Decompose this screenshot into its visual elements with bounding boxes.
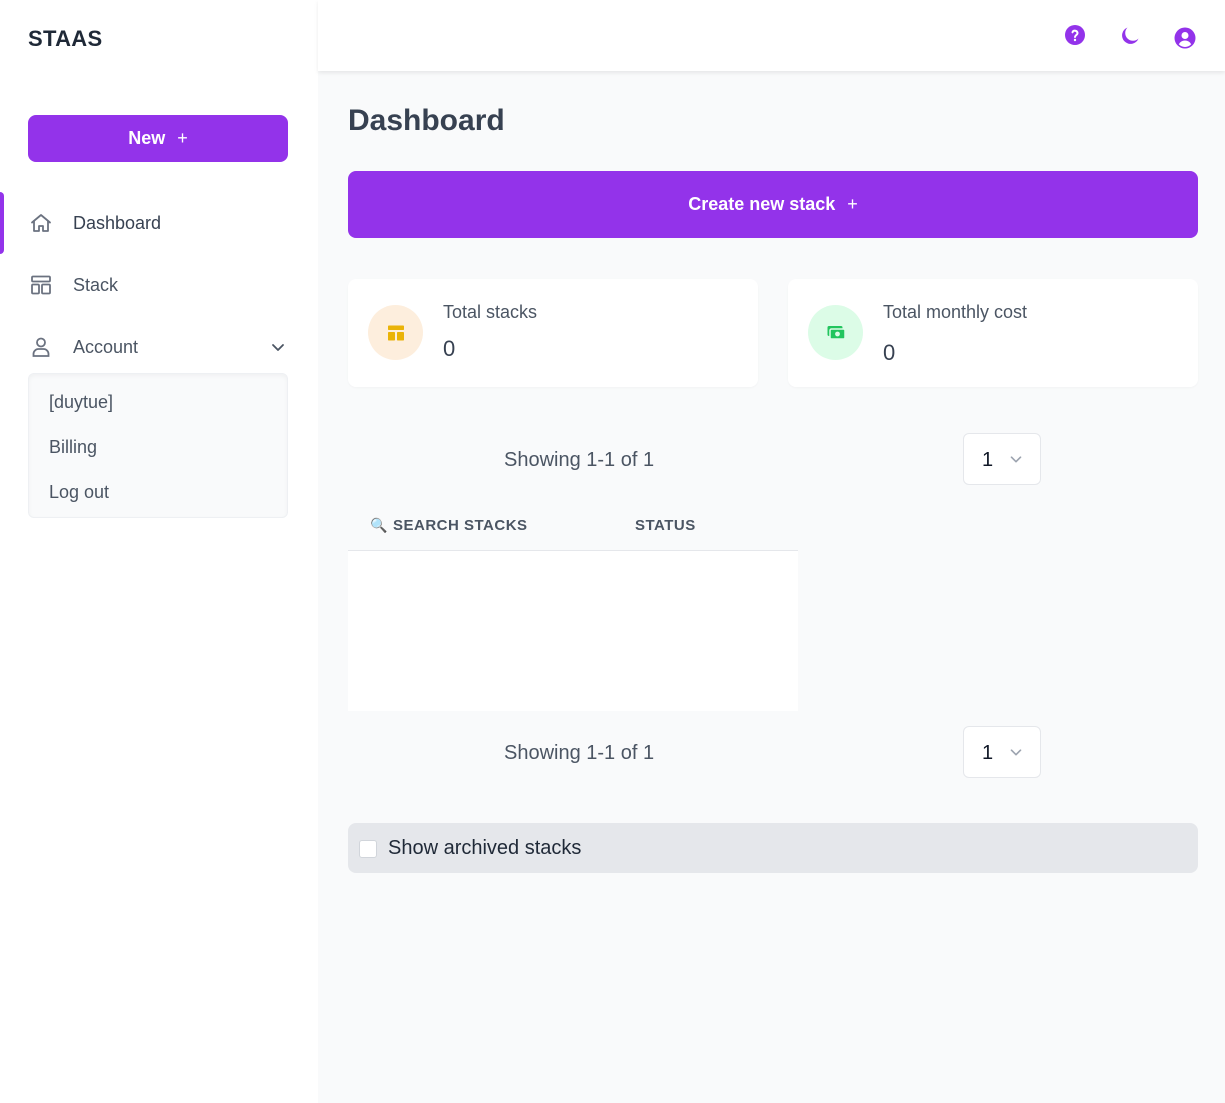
chevron-down-icon xyxy=(1010,456,1022,463)
column-search-stacks[interactable]: SEARCH STACKS xyxy=(393,517,528,534)
plus-icon: + xyxy=(847,194,858,214)
moon-icon[interactable] xyxy=(1118,24,1142,48)
stack-icon xyxy=(387,325,404,340)
card-value: 0 xyxy=(883,340,896,365)
account-menu-billing[interactable]: Billing xyxy=(49,437,97,458)
user-circle-icon[interactable] xyxy=(1173,26,1197,50)
total-monthly-cost-card: Total monthly cost 0 xyxy=(788,279,1198,387)
home-icon xyxy=(31,214,51,232)
total-stacks-card: Total stacks 0 xyxy=(348,279,758,387)
sidebar: STAAS New + Dashboard Stack Account [duy… xyxy=(0,0,318,1103)
page-select-top[interactable]: 1 xyxy=(963,433,1041,485)
sidebar-item-stack[interactable]: Stack xyxy=(0,254,318,316)
page-select-bottom[interactable]: 1 xyxy=(963,726,1041,778)
show-archived-label: Show archived stacks xyxy=(388,837,582,859)
account-menu-username[interactable]: [duytue] xyxy=(49,392,113,413)
active-indicator xyxy=(0,192,4,254)
create-stack-button[interactable]: Create new stack + xyxy=(348,171,1198,238)
help-icon[interactable] xyxy=(1063,23,1087,47)
stack-icon-circle xyxy=(368,305,423,360)
pagination-summary-top: Showing 1-1 of 1 xyxy=(504,449,655,471)
app-brand: STAAS xyxy=(28,26,103,51)
new-button[interactable]: New + xyxy=(28,115,288,162)
plus-icon: + xyxy=(177,128,188,148)
create-stack-label: Create new stack xyxy=(688,194,836,214)
account-menu-logout[interactable]: Log out xyxy=(49,482,109,503)
card-value: 0 xyxy=(443,336,456,361)
show-archived-checkbox[interactable] xyxy=(359,840,377,858)
sidebar-item-dashboard[interactable]: Dashboard xyxy=(0,192,318,254)
cash-icon xyxy=(827,325,846,340)
chevron-down-icon xyxy=(1010,749,1022,756)
cash-icon-circle xyxy=(808,305,863,360)
page-title: Dashboard xyxy=(348,104,505,137)
page-select-value: 1 xyxy=(982,449,994,471)
table-header: 🔍 SEARCH STACKS STATUS xyxy=(348,500,798,551)
sidebar-item-label: Stack xyxy=(73,274,119,295)
page-select-value: 1 xyxy=(982,742,994,764)
card-label: Total stacks xyxy=(443,302,538,322)
card-label: Total monthly cost xyxy=(883,302,1028,322)
user-icon xyxy=(32,337,50,357)
sidebar-item-label: Dashboard xyxy=(73,212,162,233)
pagination-summary-bottom: Showing 1-1 of 1 xyxy=(504,742,655,764)
top-bar xyxy=(318,0,1225,71)
sidebar-item-account[interactable]: Account xyxy=(0,316,318,378)
table-body xyxy=(348,551,798,711)
chevron-down-icon xyxy=(272,344,284,351)
sidebar-item-label: Account xyxy=(73,336,139,357)
layout-icon xyxy=(31,275,51,295)
new-button-label: New xyxy=(128,128,166,148)
search-icon[interactable]: 🔍 xyxy=(370,517,388,534)
column-status: STATUS xyxy=(635,517,696,534)
show-archived-toggle[interactable]: Show archived stacks xyxy=(348,823,1198,873)
account-submenu: [duytue] Billing Log out xyxy=(28,373,288,518)
